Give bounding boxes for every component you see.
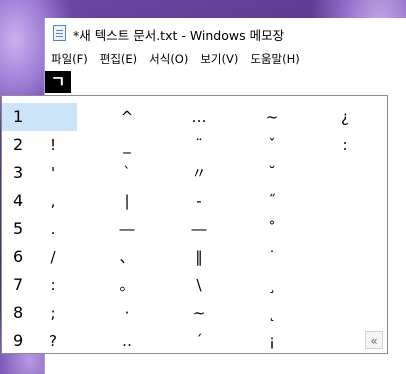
menu-bar: 파일(F) 편집(E) 서식(O) 보기(V) 도움말(H) bbox=[45, 48, 406, 70]
candidate-symbol[interactable]: . bbox=[34, 215, 72, 243]
window-title: *새 텍스트 문서.txt - Windows 메모장 bbox=[73, 28, 285, 43]
candidate-symbol[interactable]: · bbox=[107, 299, 147, 327]
candidate-symbol[interactable]: 〃 bbox=[179, 159, 219, 187]
menu-help[interactable]: 도움말(H) bbox=[244, 48, 305, 70]
candidate-symbol[interactable]: 。 bbox=[107, 271, 147, 299]
candidate-symbol[interactable] bbox=[325, 243, 365, 271]
candidate-symbol[interactable]: ∼ bbox=[179, 299, 219, 327]
candidate-symbol[interactable]: | bbox=[107, 187, 147, 215]
candidate-row[interactable]: 6 / 、 ‖ ˙ bbox=[2, 243, 387, 271]
candidate-symbol[interactable]: : bbox=[325, 131, 365, 159]
menu-file[interactable]: 파일(F) bbox=[45, 48, 94, 70]
candidate-symbol[interactable] bbox=[325, 187, 365, 215]
candidate-symbol[interactable]: ~ bbox=[252, 103, 292, 131]
candidate-symbol[interactable]: ― bbox=[179, 215, 219, 243]
ime-candidate-list: 1 ^ … ~ ¿ 2 ! _ ¨ ˇ : 3 ' ` 〃 ˘ 4 , | - … bbox=[1, 95, 388, 354]
candidate-symbol[interactable]: ‥ bbox=[107, 327, 147, 355]
candidate-symbol[interactable]: 、 bbox=[107, 243, 147, 271]
candidate-symbol[interactable]: ― bbox=[107, 215, 147, 243]
notepad-icon bbox=[53, 25, 66, 41]
candidate-row[interactable]: 4 , | - ˝ bbox=[2, 187, 387, 215]
menu-view[interactable]: 보기(V) bbox=[194, 48, 244, 70]
candidate-symbol[interactable]: ! bbox=[34, 131, 72, 159]
candidate-symbol[interactable] bbox=[325, 215, 365, 243]
candidate-symbol[interactable] bbox=[325, 327, 365, 355]
candidate-symbol[interactable]: ¸ bbox=[252, 271, 292, 299]
candidate-row[interactable]: 9 ? ‥ ´ ¡ bbox=[2, 327, 387, 355]
menu-edit[interactable]: 편집(E) bbox=[94, 48, 143, 70]
candidate-symbol[interactable]: : bbox=[34, 271, 72, 299]
menu-format[interactable]: 서식(O) bbox=[143, 48, 194, 70]
candidate-symbol[interactable]: _ bbox=[107, 131, 147, 159]
candidate-symbol[interactable]: ‖ bbox=[179, 243, 219, 271]
expand-candidates-button[interactable]: « bbox=[365, 331, 383, 349]
candidate-symbol[interactable]: / bbox=[34, 243, 72, 271]
candidate-symbol[interactable] bbox=[325, 271, 365, 299]
candidate-symbol[interactable]: ˝ bbox=[252, 187, 292, 215]
ime-composition-char: ㄱ bbox=[45, 71, 71, 93]
candidate-symbol[interactable]: ¿ bbox=[325, 103, 365, 131]
candidate-symbol[interactable]: \ bbox=[179, 271, 219, 299]
candidate-symbol[interactable]: ˇ bbox=[252, 131, 292, 159]
candidate-symbol[interactable]: , bbox=[34, 187, 72, 215]
candidate-row[interactable]: 2 ! _ ¨ ˇ : bbox=[2, 131, 387, 159]
candidate-row[interactable]: 1 ^ … ~ ¿ bbox=[2, 103, 387, 131]
candidate-row[interactable]: 8 ; · ∼ ˛ bbox=[2, 299, 387, 327]
candidate-symbol[interactable]: ˚ bbox=[252, 215, 292, 243]
candidate-symbol[interactable]: ^ bbox=[107, 103, 147, 131]
candidate-row[interactable]: 3 ' ` 〃 ˘ bbox=[2, 159, 387, 187]
candidate-symbol[interactable] bbox=[325, 159, 365, 187]
candidate-symbol[interactable]: ' bbox=[34, 159, 72, 187]
candidate-symbol[interactable]: ´ bbox=[179, 327, 219, 355]
candidate-symbol[interactable]: ; bbox=[34, 299, 72, 327]
candidate-symbol[interactable]: ¨ bbox=[179, 131, 219, 159]
candidate-symbol[interactable]: … bbox=[179, 103, 219, 131]
candidate-row[interactable]: 5 . ― ― ˚ bbox=[2, 215, 387, 243]
candidate-row[interactable]: 7 : 。 \ ¸ bbox=[2, 271, 387, 299]
candidate-symbol[interactable]: ? bbox=[34, 327, 72, 355]
candidate-symbol[interactable] bbox=[34, 103, 72, 131]
candidate-symbol[interactable]: ˙ bbox=[252, 243, 292, 271]
candidate-symbol[interactable]: - bbox=[179, 187, 219, 215]
candidate-symbol[interactable]: ¡ bbox=[252, 327, 292, 355]
candidate-symbol[interactable]: ` bbox=[107, 159, 147, 187]
candidate-symbol[interactable] bbox=[325, 299, 365, 327]
title-bar[interactable]: *새 텍스트 문서.txt - Windows 메모장 bbox=[45, 18, 406, 48]
candidate-symbol[interactable]: ˘ bbox=[252, 159, 292, 187]
candidate-symbol[interactable]: ˛ bbox=[252, 299, 292, 327]
